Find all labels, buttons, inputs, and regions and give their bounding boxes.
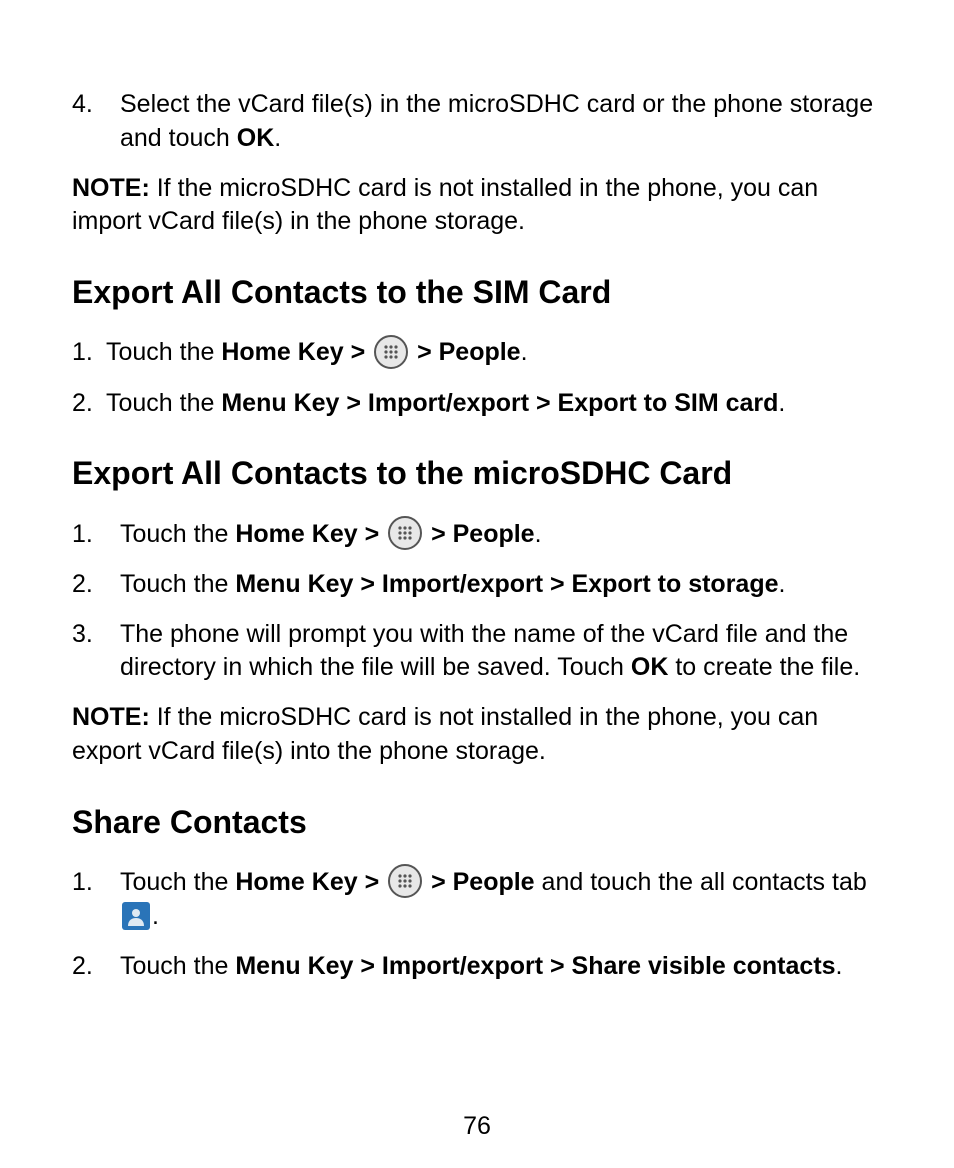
- text: Select the vCard file(s) in the microSDH…: [120, 90, 873, 152]
- bold-text: Menu Key > Import/export > Share visible…: [235, 952, 835, 980]
- note-text: If the microSDHC card is not installed i…: [72, 703, 818, 765]
- list-item: 2. Touch the Menu Key > Import/export > …: [72, 568, 882, 602]
- bold-text: Home Key >: [235, 520, 386, 548]
- list-item: 3. The phone will prompt you with the na…: [72, 618, 882, 686]
- text: .: [778, 389, 785, 417]
- text: and touch the all contacts tab: [535, 868, 867, 896]
- heading-export-sim: Export All Contacts to the SIM Card: [72, 271, 882, 314]
- list-number: 1.: [72, 518, 120, 552]
- text: .: [535, 520, 542, 548]
- list-body: Touch the Menu Key > Import/export > Exp…: [106, 387, 882, 421]
- list-item: 1. Touch the Home Key > > People.: [72, 518, 882, 552]
- list-body: Touch the Menu Key > Import/export > Sha…: [120, 950, 882, 984]
- bold-text: OK: [237, 124, 275, 152]
- list-body: Touch the Menu Key > Import/export > Exp…: [120, 568, 882, 602]
- list-item: 4. Select the vCard file(s) in the micro…: [72, 88, 882, 156]
- text: .: [274, 124, 281, 152]
- list-number: 2.: [72, 568, 120, 602]
- note-text: If the microSDHC card is not installed i…: [72, 174, 818, 236]
- list-item: 1. Touch the Home Key > > People.: [72, 336, 882, 370]
- text: .: [521, 338, 528, 366]
- heading-share-contacts: Share Contacts: [72, 801, 882, 844]
- apps-grid-icon: [374, 335, 408, 369]
- list-number: 1.: [72, 336, 106, 370]
- apps-grid-icon: [388, 864, 422, 898]
- text: Touch the: [106, 338, 221, 366]
- list-number: 2.: [72, 387, 106, 421]
- list-body: Touch the Home Key > > People.: [106, 336, 882, 370]
- bold-text: Home Key >: [235, 868, 386, 896]
- list-item: 2. Touch the Menu Key > Import/export > …: [72, 950, 882, 984]
- bold-text: > People: [424, 868, 534, 896]
- bold-text: Home Key >: [221, 338, 372, 366]
- list-number: 3.: [72, 618, 120, 686]
- text: Touch the: [120, 520, 235, 548]
- page-number: 76: [0, 1110, 954, 1144]
- note-paragraph: NOTE: If the microSDHC card is not insta…: [72, 172, 882, 240]
- heading-export-microsdhc: Export All Contacts to the microSDHC Car…: [72, 452, 882, 495]
- list-body: Touch the Home Key > > People.: [120, 518, 882, 552]
- note-paragraph: NOTE: If the microSDHC card is not insta…: [72, 701, 882, 769]
- list-number: 1.: [72, 866, 120, 934]
- text: Touch the: [120, 952, 235, 980]
- note-label: NOTE:: [72, 174, 150, 202]
- list-item: 2. Touch the Menu Key > Import/export > …: [72, 387, 882, 421]
- text: .: [779, 570, 786, 598]
- list-item: 1. Touch the Home Key > > People and tou…: [72, 866, 882, 934]
- bold-text: > People: [424, 520, 534, 548]
- bold-text: Menu Key > Import/export > Export to SIM…: [221, 389, 778, 417]
- bold-text: OK: [631, 653, 669, 681]
- apps-grid-icon: [388, 516, 422, 550]
- list-number: 4.: [72, 88, 120, 156]
- contacts-tab-icon: [122, 902, 150, 930]
- text: Touch the: [106, 389, 221, 417]
- note-label: NOTE:: [72, 703, 150, 731]
- text: .: [152, 902, 159, 930]
- bold-text: > People: [410, 338, 520, 366]
- list-number: 2.: [72, 950, 120, 984]
- list-body: The phone will prompt you with the name …: [120, 618, 882, 686]
- manual-page: 4. Select the vCard file(s) in the micro…: [0, 0, 954, 1168]
- text: .: [836, 952, 843, 980]
- text: to create the file.: [668, 653, 860, 681]
- list-body: Select the vCard file(s) in the microSDH…: [120, 88, 882, 156]
- text: Touch the: [120, 868, 235, 896]
- bold-text: Menu Key > Import/export > Export to sto…: [235, 570, 778, 598]
- list-body: Touch the Home Key > > People and touch …: [120, 866, 882, 934]
- text: Touch the: [120, 570, 235, 598]
